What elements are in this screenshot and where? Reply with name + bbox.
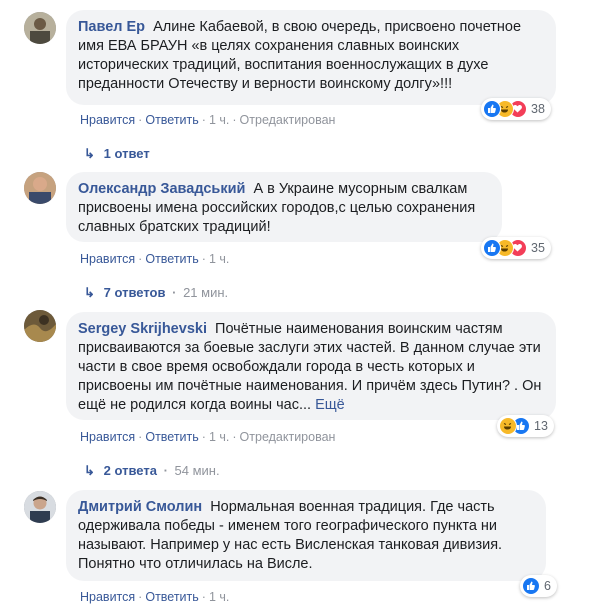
comment-actions: Нравится · Ответить · 1 ч. · Отредактирован: [80, 113, 336, 127]
avatar[interactable]: [24, 491, 56, 523]
replies-count[interactable]: 2 ответа: [104, 463, 157, 478]
reaction-count: 6: [544, 579, 551, 593]
timestamp[interactable]: 1 ч.: [209, 430, 229, 444]
timestamp[interactable]: 1 ч.: [209, 113, 229, 127]
haha-icon: [499, 417, 517, 435]
replies-count[interactable]: 1 ответ: [104, 146, 150, 161]
reaction-summary[interactable]: 38: [481, 98, 551, 120]
view-replies-link[interactable]: ↳ 1 ответ: [84, 146, 150, 162]
like-icon: [483, 100, 501, 118]
reaction-summary[interactable]: 6: [520, 575, 557, 597]
comment-bubble: Дмитрий Смолин Нормальная военная традиц…: [66, 490, 546, 581]
replies-time: 54 мин.: [174, 463, 220, 478]
edited-label[interactable]: Отредактирован: [240, 113, 336, 127]
like-button[interactable]: Нравится: [80, 430, 135, 444]
avatar[interactable]: [24, 172, 56, 204]
comment-bubble: Олександр Завадський А в Украине мусорны…: [66, 172, 502, 242]
replies-count[interactable]: 7 ответов: [104, 285, 166, 300]
reaction-summary[interactable]: 35: [481, 237, 551, 259]
like-icon: [522, 577, 540, 595]
comment-bubble: Павел Ер Алине Кабаевой, в свою очередь,…: [66, 10, 556, 105]
comment-actions: Нравится · Ответить · 1 ч.: [80, 590, 230, 604]
reply-button[interactable]: Ответить: [145, 430, 198, 444]
like-button[interactable]: Нравится: [80, 252, 135, 266]
comment-actions: Нравится · Ответить · 1 ч.: [80, 252, 230, 266]
reply-arrow-icon: ↳: [84, 463, 95, 478]
view-replies-link[interactable]: ↳ 2 ответа · 54 мин.: [84, 463, 220, 479]
reply-button[interactable]: Ответить: [145, 113, 198, 127]
reply-button[interactable]: Ответить: [145, 590, 198, 604]
timestamp[interactable]: 1 ч.: [209, 252, 229, 266]
reaction-summary[interactable]: 13: [497, 415, 554, 437]
comment-author[interactable]: Олександр Завадський: [78, 181, 245, 197]
reply-button[interactable]: Ответить: [145, 252, 198, 266]
avatar[interactable]: [24, 12, 56, 44]
like-button[interactable]: Нравится: [80, 113, 135, 127]
see-more-link[interactable]: Ещё: [315, 397, 345, 413]
reaction-count: 13: [534, 419, 548, 433]
view-replies-link[interactable]: ↳ 7 ответов · 21 мин.: [84, 285, 228, 301]
reaction-count: 35: [531, 241, 545, 255]
reply-arrow-icon: ↳: [84, 146, 95, 161]
edited-label[interactable]: Отредактирован: [240, 430, 336, 444]
like-button[interactable]: Нравится: [80, 590, 135, 604]
replies-time: 21 мин.: [183, 285, 229, 300]
comment-author[interactable]: Дмитрий Смолин: [78, 499, 202, 515]
timestamp[interactable]: 1 ч.: [209, 590, 229, 604]
comment-actions: Нравится · Ответить · 1 ч. · Отредактирован: [80, 430, 336, 444]
reply-arrow-icon: ↳: [84, 285, 95, 300]
avatar[interactable]: [24, 310, 56, 342]
comment-bubble: Sergey Skrijhevski Почётные наименования…: [66, 312, 556, 420]
comment-author[interactable]: Sergey Skrijhevski: [78, 321, 207, 337]
comment-author[interactable]: Павел Ер: [78, 19, 145, 35]
like-icon: [483, 239, 501, 257]
reaction-count: 38: [531, 102, 545, 116]
